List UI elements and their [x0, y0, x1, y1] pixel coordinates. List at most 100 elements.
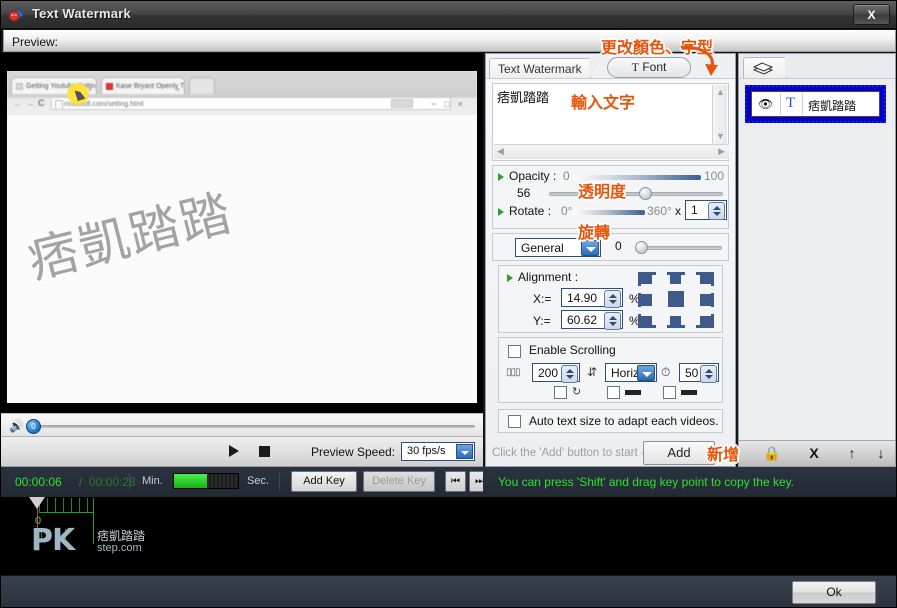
align-top-left-button[interactable]	[638, 272, 656, 286]
ruler-icon: ▯▯▯	[506, 367, 520, 378]
pk-watermark-logo: PK 痞凱踏踏 step.com	[31, 523, 171, 558]
alignment-x-value: 14.90	[567, 291, 598, 305]
add-hint-text: Click the 'Add' button to start ->	[492, 447, 652, 459]
expander-icon	[507, 274, 513, 282]
preview-speed-select[interactable]: 30 fps/s	[401, 442, 475, 461]
tab-close-icon: ×	[175, 87, 180, 94]
align-middle-left-button[interactable]	[638, 293, 656, 307]
mode-slider-track[interactable]	[638, 246, 722, 250]
move-arrows-icon: ⇵	[587, 365, 598, 379]
layers-list[interactable]: 👁 T 痞凱踏踏	[739, 78, 895, 440]
spinner-arrows-icon[interactable]	[561, 365, 578, 383]
scroll-speed-spinner[interactable]: 200	[532, 363, 580, 383]
ok-button[interactable]: Ok	[792, 581, 876, 604]
chevron-down-icon[interactable]: ▼	[716, 131, 725, 141]
prev-key-button[interactable]: ⏮	[445, 471, 466, 492]
preview-label: Preview:	[12, 35, 59, 49]
align-middle-center-button[interactable]	[667, 291, 685, 307]
alignment-grid	[638, 272, 714, 328]
playhead-handle[interactable]	[29, 497, 45, 509]
opacity-slider-knob[interactable]	[639, 187, 652, 200]
alignment-x-spinner[interactable]: 14.90	[561, 288, 623, 308]
opacity-slider-track[interactable]	[549, 192, 723, 196]
window-title: Text Watermark	[32, 6, 131, 21]
back-icon: ←	[13, 98, 22, 108]
scroll-option2-checkbox[interactable]	[607, 386, 620, 399]
time-separator: /	[79, 475, 83, 489]
bar-indicator	[681, 390, 697, 395]
add-button[interactable]: Add	[643, 441, 715, 465]
textarea-hscrollbar[interactable]: ◀ ▶	[494, 144, 729, 159]
speaker-mute-icon[interactable]: 🔊×	[9, 419, 25, 447]
align-middle-right-button[interactable]	[696, 293, 714, 307]
chevron-up-icon[interactable]: ▲	[716, 87, 725, 97]
tab-layers[interactable]	[743, 57, 797, 79]
keyframe-timeline[interactable]: 0 PK 痞凱踏踏 step.com	[1, 497, 896, 575]
window-controls-icon: −□×	[391, 99, 471, 109]
tab-text-watermark[interactable]: Text Watermark	[489, 58, 601, 79]
align-top-right-button[interactable]	[696, 272, 714, 286]
align-bottom-left-button[interactable]	[638, 314, 656, 328]
mode-slider-knob[interactable]	[635, 241, 648, 254]
alignment-y-spinner[interactable]: 60.62	[561, 310, 623, 330]
layer-item-content: 👁 T 痞凱踏踏	[751, 91, 880, 117]
spinner-arrows-icon[interactable]	[700, 365, 717, 383]
chevron-down-icon[interactable]	[456, 444, 473, 459]
min-label: Min.	[142, 475, 163, 487]
divider	[780, 93, 781, 115]
expander-icon	[498, 173, 504, 181]
min-sec-toggle[interactable]	[173, 473, 239, 489]
page-icon	[55, 100, 63, 109]
scroll-option3-checkbox[interactable]	[663, 386, 676, 399]
scroll-interval-spinner[interactable]: 50	[679, 363, 719, 383]
bar-indicator	[625, 390, 641, 395]
divider	[279, 473, 280, 491]
logo-main: PK	[31, 523, 75, 558]
lock-icon[interactable]: 🔒	[763, 445, 781, 462]
auto-text-size-label: Auto text size to adapt each videos.	[529, 414, 719, 428]
preview-frame: Getting Youtube Settin.. × Kase Bryant O…	[7, 71, 477, 403]
align-bottom-center-button[interactable]	[667, 314, 685, 328]
auto-size-group: Auto text size to adapt each videos.	[498, 409, 723, 433]
enable-scrolling-checkbox[interactable]	[508, 345, 521, 358]
eye-icon[interactable]: 👁	[758, 97, 776, 111]
move-up-button[interactable]: ↑	[843, 445, 861, 461]
align-top-center-button[interactable]	[667, 272, 685, 286]
rotate-multiplier-spinner[interactable]: 1	[685, 200, 727, 220]
add-key-button[interactable]: Add Key	[291, 471, 357, 492]
preview-video-area[interactable]: Getting Youtube Settin.. × Kase Bryant O…	[1, 53, 483, 413]
volume-knob[interactable]	[26, 419, 41, 434]
stop-button[interactable]	[259, 446, 270, 457]
volume-bar: 🔊×	[1, 413, 483, 447]
move-down-button[interactable]: ↓	[872, 445, 890, 461]
settings-panel: Text Watermark T Font 痞凱踏踏 ▲ ▼ ◀ ▶ Opaci…	[485, 53, 736, 467]
volume-track[interactable]	[31, 425, 475, 428]
spinner-arrows-icon[interactable]	[604, 312, 621, 330]
clock-icon: ⏱	[661, 365, 671, 379]
delete-layer-button[interactable]: X	[805, 445, 823, 461]
spinner-arrows-icon[interactable]	[708, 202, 725, 220]
chevron-down-icon[interactable]	[637, 365, 655, 381]
settings-body: 痞凱踏踏 ▲ ▼ ◀ ▶ Opacity : 0 100 56 Rotate:…	[486, 78, 735, 466]
align-bottom-right-button[interactable]	[696, 314, 714, 328]
scroll-interval-value: 50	[685, 366, 699, 380]
footer-bar: Ok	[1, 575, 896, 607]
font-T-glyph: T	[631, 60, 639, 74]
scroll-loop-checkbox[interactable]	[554, 386, 567, 399]
tab-title: Kase Bryant Openly Tal..	[116, 83, 184, 90]
auto-text-size-checkbox[interactable]	[508, 415, 521, 428]
divider	[802, 93, 803, 115]
alignment-y-label: Y:=	[533, 314, 551, 328]
annotation-rotate: 旋轉	[578, 223, 611, 242]
spinner-arrows-icon[interactable]	[604, 290, 621, 308]
layer-item-selected[interactable]: 👁 T 痞凱踏踏	[745, 85, 886, 123]
scrolling-group: Enable Scrolling ▯▯▯ 200 ⇵ Horiz ⏱ 50 ↻	[498, 337, 723, 403]
textarea-vscrollbar[interactable]: ▲ ▼	[712, 85, 727, 145]
hint-bar: You can press 'Shift' and drag key point…	[483, 467, 896, 498]
toggle-on-segment	[174, 474, 208, 488]
chevron-right-icon[interactable]: ▶	[718, 146, 725, 157]
scroll-direction-select[interactable]: Horiz	[605, 363, 657, 382]
chevron-left-icon[interactable]: ◀	[497, 146, 504, 157]
close-button[interactable]: X	[853, 4, 890, 25]
play-button[interactable]	[229, 445, 239, 457]
